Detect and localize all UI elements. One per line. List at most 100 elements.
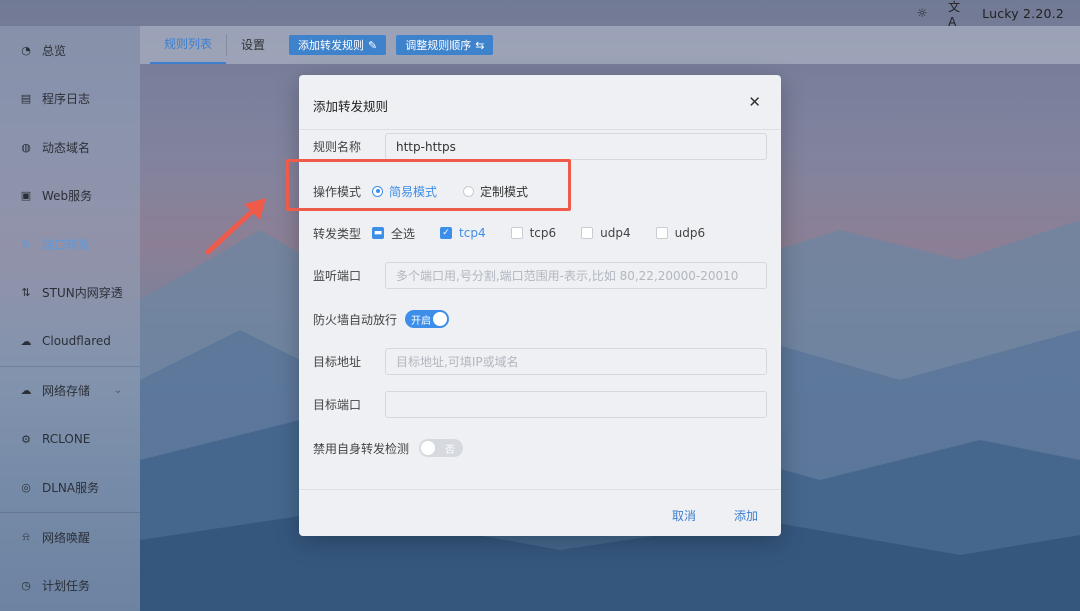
stun-icon: ⇅ xyxy=(21,286,31,300)
listen-port-label: 监听端口 xyxy=(313,269,362,283)
dashboard-icon: ◔ xyxy=(21,43,31,57)
translate-icon[interactable]: 文A xyxy=(948,0,964,29)
target-port-field[interactable] xyxy=(385,391,767,418)
target-addr-field[interactable] xyxy=(385,348,767,375)
annotation-highlight-box xyxy=(286,159,571,211)
sidebar-item-schedule[interactable]: ◷ 计划任务 xyxy=(0,562,140,611)
sun-icon[interactable]: ☼ xyxy=(914,5,930,21)
dlna-icon: ◎ xyxy=(21,481,31,495)
checkbox-label: tcp6 xyxy=(529,226,557,240)
port-forward-icon: ↻ xyxy=(21,237,31,251)
cloud-icon: ☁ xyxy=(20,334,32,348)
sidebar-item-ddns[interactable]: ◍ 动态域名 xyxy=(0,123,140,172)
target-port-input[interactable] xyxy=(396,397,766,412)
firewall-toggle[interactable]: 开启 xyxy=(405,310,450,328)
target-addr-label: 目标地址 xyxy=(313,355,362,369)
sidebar-item-label: Cloudflared xyxy=(42,334,111,349)
checkbox-select-all[interactable]: ▬ 全选 xyxy=(372,225,415,242)
sidebar-item-label: STUN内网穿透 xyxy=(42,286,123,301)
dns-icon: ◍ xyxy=(21,140,31,154)
checkbox-udp6[interactable]: udp6 xyxy=(655,226,706,240)
annotation-arrow-icon xyxy=(205,198,266,255)
sidebar-item-wol[interactable]: ⍾ 网络唤醒 xyxy=(0,513,140,562)
checkbox-tcp4[interactable]: ✓ tcp4 xyxy=(440,226,486,240)
reorder-rules-button-label: 调整规则顺序 xyxy=(405,39,472,52)
sidebar-item-dlna[interactable]: ◎ DLNA服务 xyxy=(0,464,140,513)
add-rule-dialog: 添加转发规则 ✕ 规则名称 操作模式 简易模式 定制模式 转发类型 ▬ 全选 ✓… xyxy=(299,75,781,536)
checkbox-label: udp4 xyxy=(600,226,631,240)
checkbox-empty-icon xyxy=(510,227,523,239)
forward-type-row: 转发类型 ▬ 全选 ✓ tcp4 tcp6 udp4 udp6 xyxy=(313,223,767,243)
bell-icon: ⍾ xyxy=(22,530,30,544)
rule-name-row: 规则名称 xyxy=(313,133,767,160)
dialog-footer-divider xyxy=(299,489,781,490)
sidebar-item-rclone[interactable]: ⚙ RCLONE xyxy=(0,415,140,464)
checkbox-label: tcp4 xyxy=(459,226,486,240)
version-label: Lucky 2.20.2 xyxy=(982,5,1064,21)
sidebar-item-label: 动态域名 xyxy=(42,140,91,155)
tab-settings[interactable]: 设置 xyxy=(227,26,279,64)
cancel-button[interactable]: 取消 xyxy=(672,507,696,524)
rule-name-input[interactable] xyxy=(396,139,766,154)
checkbox-label: udp6 xyxy=(674,226,706,240)
checkbox-udp4[interactable]: udp4 xyxy=(581,226,631,240)
sidebar-item-web[interactable]: ▣ Web服务 xyxy=(0,172,140,221)
sidebar-item-label: 网络存储 xyxy=(42,384,91,399)
sidebar: ◔ 总览 ▤ 程序日志 ◍ 动态域名 ▣ Web服务 ↻ 端口转发 ⇅ STUN… xyxy=(0,26,140,611)
close-icon[interactable]: ✕ xyxy=(748,93,761,111)
self-check-toggle[interactable]: 否 xyxy=(419,439,464,457)
checkbox-checked-icon: ✓ xyxy=(440,227,453,239)
sidebar-item-port-forward[interactable]: ↻ 端口转发 xyxy=(0,220,140,269)
sidebar-item-label: Web服务 xyxy=(42,189,93,204)
storage-icon: ☁ xyxy=(20,384,32,398)
target-port-row: 目标端口 xyxy=(313,391,767,418)
self-check-row: 禁用自身转发检测 否 xyxy=(313,438,767,458)
rule-name-label: 规则名称 xyxy=(313,140,362,154)
sidebar-item-stun[interactable]: ⇅ STUN内网穿透 xyxy=(0,269,140,318)
add-rule-button[interactable]: 添加转发规则 ✎ xyxy=(289,35,387,55)
sidebar-item-label: 端口转发 xyxy=(42,237,91,252)
checkbox-label: 全选 xyxy=(391,226,416,241)
listen-port-field[interactable] xyxy=(385,262,767,289)
sidebar-item-label: DLNA服务 xyxy=(42,481,100,496)
firewall-label: 防火墙自动放行 xyxy=(313,312,398,327)
target-port-label: 目标端口 xyxy=(313,398,362,412)
sidebar-item-label: 网络唤醒 xyxy=(42,530,91,545)
add-rule-button-label: 添加转发规则 xyxy=(298,39,365,52)
sidebar-item-cloudflared[interactable]: ☁ Cloudflared xyxy=(0,317,140,366)
listen-port-row: 监听端口 xyxy=(313,262,767,289)
clock-icon: ◷ xyxy=(21,579,31,593)
target-addr-input[interactable] xyxy=(396,354,766,369)
checkbox-tcp6[interactable]: tcp6 xyxy=(510,226,557,240)
sidebar-item-storage[interactable]: ☁ 网络存储 ⌄ xyxy=(0,367,140,416)
checkbox-empty-icon xyxy=(581,227,594,239)
log-icon: ▤ xyxy=(20,92,32,106)
checkbox-indeterminate-icon: ▬ xyxy=(372,227,385,239)
rule-name-field[interactable] xyxy=(385,133,767,160)
sidebar-item-label: 程序日志 xyxy=(42,92,91,107)
web-icon: ▣ xyxy=(20,189,32,203)
sidebar-item-label: RCLONE xyxy=(42,432,91,447)
sidebar-item-logs[interactable]: ▤ 程序日志 xyxy=(0,75,140,124)
firewall-row: 防火墙自动放行 开启 xyxy=(313,309,767,329)
rclone-icon: ⚙ xyxy=(21,432,31,446)
swap-icon: ⇆ xyxy=(475,38,485,52)
content-tabs-bar: 规则列表 设置 添加转发规则 ✎ 调整规则顺序 ⇆ xyxy=(140,26,1080,64)
sidebar-item-label: 总览 xyxy=(42,43,67,58)
checkbox-empty-icon xyxy=(655,227,668,239)
sidebar-item-overview[interactable]: ◔ 总览 xyxy=(0,26,140,75)
dialog-title: 添加转发规则 xyxy=(313,99,389,114)
edit-icon: ✎ xyxy=(368,38,378,52)
toggle-text: 否 xyxy=(445,444,456,456)
sidebar-item-label: 计划任务 xyxy=(42,579,91,594)
reorder-rules-button[interactable]: 调整规则顺序 ⇆ xyxy=(396,35,494,55)
target-addr-row: 目标地址 xyxy=(313,348,767,375)
forward-type-label: 转发类型 xyxy=(313,226,362,241)
self-check-label: 禁用自身转发检测 xyxy=(313,441,410,456)
tab-rule-list[interactable]: 规则列表 xyxy=(150,26,227,64)
add-button[interactable]: 添加 xyxy=(734,507,758,524)
listen-port-input[interactable] xyxy=(396,268,766,283)
chevron-down-icon: ⌄ xyxy=(113,385,122,397)
dialog-header-divider xyxy=(299,129,781,130)
toggle-text: 开启 xyxy=(411,315,432,327)
